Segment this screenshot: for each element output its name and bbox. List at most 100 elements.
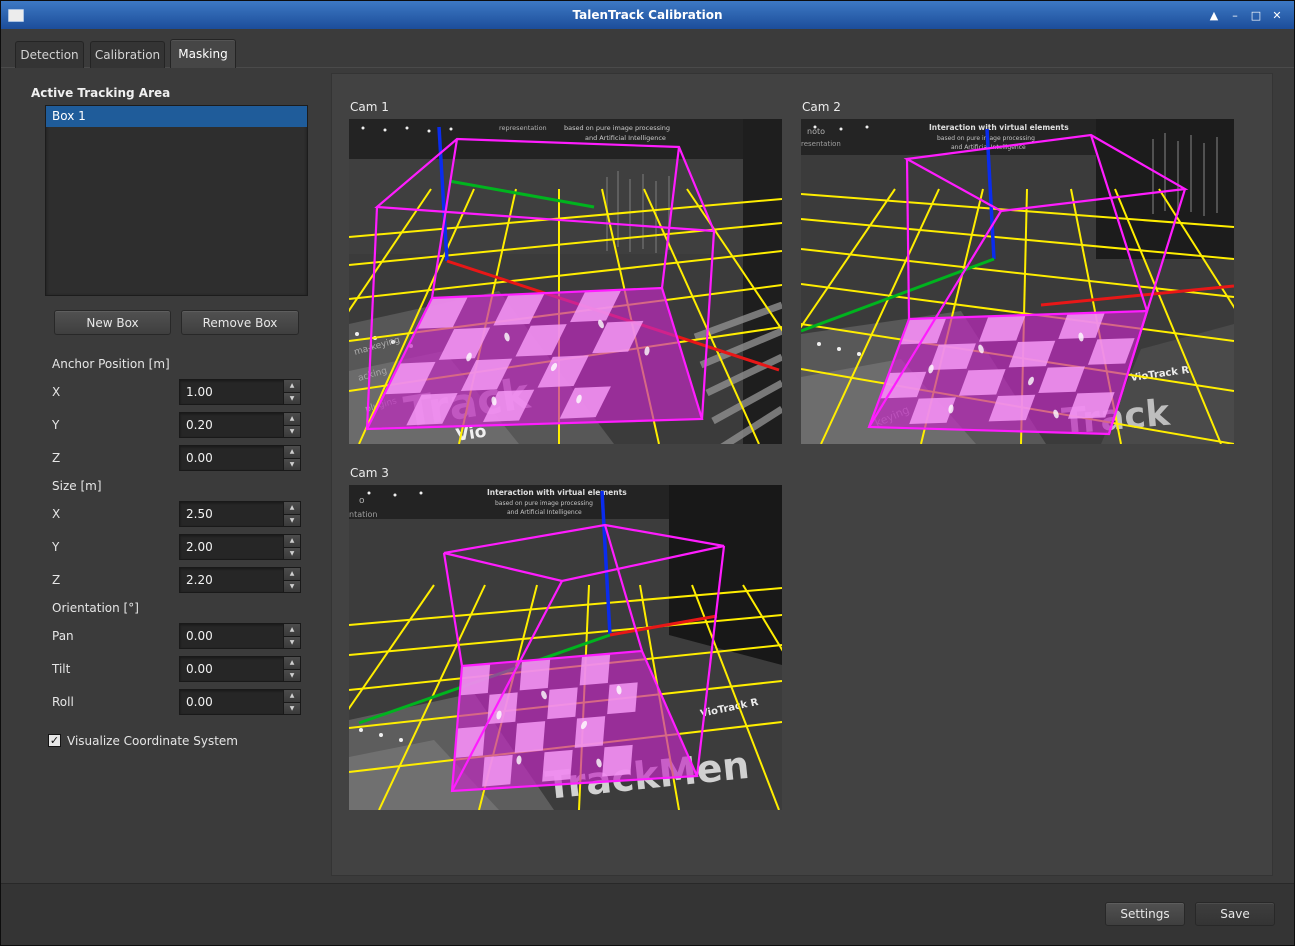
app-icon[interactable]	[8, 9, 24, 22]
visualize-coordinate-checkbox[interactable]: ✓	[48, 734, 61, 747]
window-title: TalenTrack Calibration	[1, 8, 1294, 22]
settings-button[interactable]: Settings	[1105, 902, 1185, 926]
visualize-coordinate-label: Visualize Coordinate System	[67, 734, 238, 748]
spin-down-icon[interactable]: ▼	[284, 392, 300, 405]
spin-down-icon[interactable]: ▼	[284, 547, 300, 560]
tab-calibration[interactable]: Calibration	[90, 41, 165, 68]
size-z-input[interactable]	[180, 568, 283, 592]
camera-views-panel: Cam 1	[331, 73, 1273, 876]
footer-bar: Settings Save	[1, 883, 1294, 945]
size-y-input[interactable]	[180, 535, 283, 559]
anchor-y-spin-buttons: ▲ ▼	[283, 413, 300, 437]
spin-up-icon[interactable]: ▲	[284, 568, 300, 580]
anchor-x-spinbox: ▲ ▼	[179, 379, 301, 405]
pan-input[interactable]	[180, 624, 283, 648]
cam3-watermark-5: and Artificial Intelligence	[507, 509, 582, 516]
save-button[interactable]: Save	[1195, 902, 1275, 926]
cam3-watermark-4: based on pure image processing	[495, 500, 593, 507]
tab-detection[interactable]: Detection	[15, 41, 84, 68]
cam2-label: Cam 2	[802, 100, 841, 114]
size-x-spinbox: ▲ ▼	[179, 501, 301, 527]
anchor-y-spinbox: ▲ ▼	[179, 412, 301, 438]
tilt-spin-buttons: ▲ ▼	[283, 657, 300, 681]
remove-box-button[interactable]: Remove Box	[181, 310, 299, 335]
size-y-spin-buttons: ▲ ▼	[283, 535, 300, 559]
spin-down-icon[interactable]: ▼	[284, 458, 300, 471]
size-z-label: Z	[52, 573, 60, 587]
window-controls: ▲ – □ ✕	[1205, 6, 1294, 24]
anchor-z-label: Z	[52, 451, 60, 465]
cam1-watermark-2: based on pure image processing	[564, 124, 670, 132]
cam3-feed-image: o ntation Interaction with virtual eleme…	[349, 485, 782, 810]
cam1-label: Cam 1	[350, 100, 389, 114]
anchor-y-label: Y	[52, 418, 59, 432]
spin-down-icon[interactable]: ▼	[284, 425, 300, 438]
rollup-button[interactable]: ▲	[1205, 6, 1223, 24]
cam3-view[interactable]: o ntation Interaction with virtual eleme…	[349, 485, 782, 810]
anchor-y-input[interactable]	[180, 413, 283, 437]
titlebar[interactable]: TalenTrack Calibration ▲ – □ ✕	[1, 1, 1294, 29]
spin-up-icon[interactable]: ▲	[284, 502, 300, 514]
size-z-spinbox: ▲ ▼	[179, 567, 301, 593]
cam2-view[interactable]: noto resentation Interaction with virtua…	[801, 119, 1234, 444]
list-item-box1[interactable]: Box 1	[46, 106, 307, 127]
cam3-watermark-3: Interaction with virtual elements	[487, 488, 627, 497]
spin-down-icon[interactable]: ▼	[284, 514, 300, 527]
pan-spin-buttons: ▲ ▼	[283, 624, 300, 648]
size-y-label: Y	[52, 540, 59, 554]
cam1-view[interactable]: representation based on pure image proce…	[349, 119, 782, 444]
size-x-label: X	[52, 507, 60, 521]
tracking-area-list[interactable]: Box 1	[45, 105, 308, 296]
tilt-spinbox: ▲ ▼	[179, 656, 301, 682]
check-icon: ✓	[50, 734, 59, 747]
spin-up-icon[interactable]: ▲	[284, 413, 300, 425]
cam1-watermark-3: and Artificial Intelligence	[585, 134, 666, 142]
pan-label: Pan	[52, 629, 74, 643]
spin-down-icon[interactable]: ▼	[284, 580, 300, 593]
cam2-feed-image: noto resentation Interaction with virtua…	[801, 119, 1234, 444]
spin-down-icon[interactable]: ▼	[284, 636, 300, 649]
cam1-feed-image: representation based on pure image proce…	[349, 119, 782, 444]
app-window: TalenTrack Calibration ▲ – □ ✕ Detection…	[0, 0, 1295, 946]
size-z-spin-buttons: ▲ ▼	[283, 568, 300, 592]
size-x-input[interactable]	[180, 502, 283, 526]
size-y-spinbox: ▲ ▼	[179, 534, 301, 560]
tilt-input[interactable]	[180, 657, 283, 681]
size-x-spin-buttons: ▲ ▼	[283, 502, 300, 526]
spin-up-icon[interactable]: ▲	[284, 690, 300, 702]
spin-down-icon[interactable]: ▼	[284, 702, 300, 715]
pan-spinbox: ▲ ▼	[179, 623, 301, 649]
close-button[interactable]: ✕	[1268, 6, 1286, 24]
anchor-x-spin-buttons: ▲ ▼	[283, 380, 300, 404]
cam3-watermark-2: ntation	[349, 510, 377, 519]
spin-up-icon[interactable]: ▲	[284, 446, 300, 458]
spin-down-icon[interactable]: ▼	[284, 669, 300, 682]
anchor-x-input[interactable]	[180, 380, 283, 404]
roll-spin-buttons: ▲ ▼	[283, 690, 300, 714]
spin-up-icon[interactable]: ▲	[284, 657, 300, 669]
tab-masking[interactable]: Masking	[170, 39, 236, 68]
cam2-watermark-3: Interaction with virtual elements	[929, 123, 1069, 132]
maximize-button[interactable]: □	[1247, 6, 1265, 24]
orientation-heading: Orientation [°]	[52, 601, 139, 615]
tilt-label: Tilt	[52, 662, 70, 676]
active-tracking-area-heading: Active Tracking Area	[31, 86, 170, 100]
anchor-position-heading: Anchor Position [m]	[52, 357, 170, 371]
spin-up-icon[interactable]: ▲	[284, 535, 300, 547]
cam2-watermark-1: noto	[807, 127, 825, 136]
anchor-z-input[interactable]	[180, 446, 283, 470]
cam3-label: Cam 3	[350, 466, 389, 480]
new-box-button[interactable]: New Box	[54, 310, 171, 335]
cam1-watermark-1: representation	[499, 124, 547, 132]
roll-input[interactable]	[180, 690, 283, 714]
anchor-z-spinbox: ▲ ▼	[179, 445, 301, 471]
roll-spinbox: ▲ ▼	[179, 689, 301, 715]
cam3-watermark-1: o	[359, 496, 365, 506]
spin-up-icon[interactable]: ▲	[284, 624, 300, 636]
minimize-button[interactable]: –	[1226, 6, 1244, 24]
spin-up-icon[interactable]: ▲	[284, 380, 300, 392]
size-heading: Size [m]	[52, 479, 102, 493]
anchor-x-label: X	[52, 385, 60, 399]
cam2-watermark-2: resentation	[801, 140, 841, 148]
roll-label: Roll	[52, 695, 74, 709]
